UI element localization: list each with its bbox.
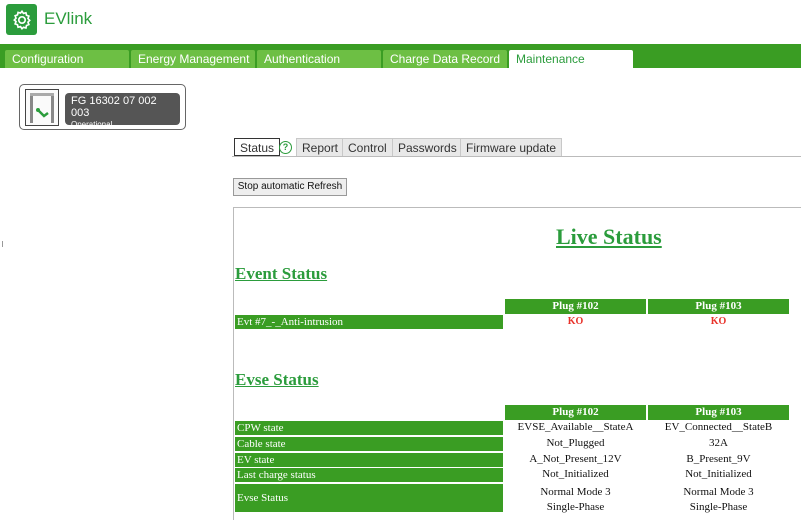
subtab-status[interactable]: Status — [234, 138, 281, 156]
tab-charge-data-record[interactable]: Charge Data Record — [383, 50, 507, 68]
scroll-marker — [2, 241, 3, 247]
evse-row-label: Evse Status — [235, 484, 503, 512]
event-header-plug-103: Plug #103 — [648, 299, 789, 314]
event-status-title: Event Status — [235, 264, 328, 283]
event-value-plug-102: KO — [567, 316, 584, 327]
evse-row-value: EVSE_Available__StateA — [517, 421, 634, 433]
evse-header-plug-103: Plug #103 — [648, 405, 789, 420]
evse-header-plug-102: Plug #102 — [505, 405, 646, 420]
tab-maintenance[interactable]: Maintenance — [509, 50, 633, 68]
evse-row-value-line2: Single-Phase — [689, 501, 748, 513]
device-id: FG 16302 07 002 003 — [71, 95, 157, 119]
evse-row-label: EV state — [235, 453, 503, 467]
evse-row-value: EV_Connected__StateB — [664, 421, 773, 433]
subtab-firmware-update[interactable]: Firmware update — [460, 138, 563, 156]
evse-status-title: Evse Status — [235, 370, 319, 389]
evse-row-value: Not_Initialized — [542, 468, 609, 480]
evse-row-value: B_Present_9V — [686, 453, 751, 465]
device-card[interactable]: FG 16302 07 002 003 Operational — [19, 84, 186, 130]
live-status-title: Live Status — [556, 224, 662, 249]
subtab-report[interactable]: Report — [296, 138, 345, 156]
evse-row-label: Cable state — [235, 437, 503, 451]
tab-configuration[interactable]: Configuration — [5, 50, 129, 68]
subtab-passwords[interactable]: Passwords — [392, 138, 463, 156]
evse-row-value: A_Not_Present_12V — [529, 453, 622, 465]
evse-row-value: 32A — [709, 437, 728, 449]
event-value-plug-103: KO — [710, 316, 727, 327]
help-icon[interactable]: ? — [279, 141, 292, 154]
evse-row-value: Normal Mode 3 — [540, 486, 611, 498]
event-header-plug-102: Plug #102 — [505, 299, 646, 314]
tab-energy-management[interactable]: Energy Management — [131, 50, 255, 68]
app-logo — [6, 4, 37, 35]
subtab-control[interactable]: Control — [342, 138, 393, 156]
event-row-label: Evt #7_-_Anti-intrusion — [235, 315, 503, 329]
tab-authentication[interactable]: Authentication — [257, 50, 381, 68]
device-info: FG 16302 07 002 003 Operational — [65, 93, 180, 129]
device-thumbnail — [25, 89, 59, 126]
charging-station-icon — [30, 93, 54, 123]
evse-row-label: Last charge status — [235, 468, 503, 482]
evse-row-value: Not_Plugged — [546, 437, 605, 449]
evse-row-value: Not_Initialized — [685, 468, 752, 480]
stop-refresh-button[interactable]: Stop automatic Refresh — [233, 178, 347, 196]
evse-row-label: CPW state — [235, 421, 503, 435]
evse-row-value-line2: Single-Phase — [546, 501, 605, 513]
gear-icon — [12, 9, 31, 30]
evse-row-value: Normal Mode 3 — [683, 486, 754, 498]
device-state: Operational — [71, 120, 113, 129]
app-title: EVlink — [44, 9, 93, 28]
